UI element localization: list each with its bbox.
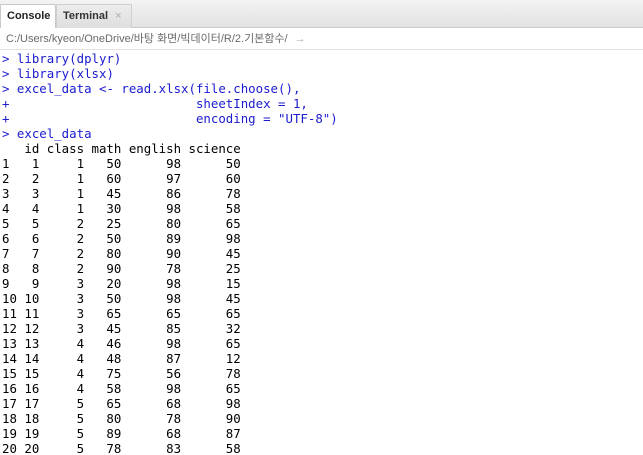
console-output-text: 18 18 5 80 78 90 (2, 411, 241, 426)
console-output-text: 12 12 3 45 85 32 (2, 321, 241, 336)
console-output-line: 11 11 3 65 65 65 (0, 306, 643, 321)
console-command-text: excel_data <- read.xlsx(file.choose(), (9, 81, 301, 96)
console-output-line: 14 14 4 48 87 12 (0, 351, 643, 366)
console-output-text: 13 13 4 46 98 65 (2, 336, 241, 351)
console-output-text: 2 2 1 60 97 60 (2, 171, 241, 186)
console-output-text: 17 17 5 65 68 98 (2, 396, 241, 411)
console-output-text: 19 19 5 89 68 87 (2, 426, 241, 441)
console-output-line: 5 5 2 25 80 65 (0, 216, 643, 231)
tab-terminal[interactable]: Terminal × (56, 4, 132, 28)
working-directory-path: C:/Users/kyeon/OneDrive/바탕 화면/빅데이터/R/2.기… (6, 33, 288, 45)
console-output-line: 18 18 5 80 78 90 (0, 411, 643, 426)
console-output-text: id class math english science (2, 141, 241, 156)
console-command-line: > excel_data (0, 126, 643, 141)
console-output-text: 10 10 3 50 98 45 (2, 291, 241, 306)
console-output-line: id class math english science (0, 141, 643, 156)
console-output-text: 8 8 2 90 78 25 (2, 261, 241, 276)
console-output-text: 11 11 3 65 65 65 (2, 306, 241, 321)
console-output-text: 14 14 4 48 87 12 (2, 351, 241, 366)
console-output-line: 8 8 2 90 78 25 (0, 261, 643, 276)
console-output-text: 5 5 2 25 80 65 (2, 216, 241, 231)
console-output-line: 16 16 4 58 98 65 (0, 381, 643, 396)
console-output-line: 3 3 1 45 86 78 (0, 186, 643, 201)
goto-directory-icon[interactable]: → (295, 33, 306, 45)
console-command-line: + sheetIndex = 1, (0, 96, 643, 111)
console-output-text: 7 7 2 80 90 45 (2, 246, 241, 261)
console-output-line: 17 17 5 65 68 98 (0, 396, 643, 411)
console-output-text: 4 4 1 30 98 58 (2, 201, 241, 216)
console-output-line: 9 9 3 20 98 15 (0, 276, 643, 291)
console-command-text: library(xlsx) (9, 66, 114, 81)
close-icon[interactable]: × (115, 10, 121, 22)
console-output-line: 13 13 4 46 98 65 (0, 336, 643, 351)
console-output-line: 6 6 2 50 89 98 (0, 231, 643, 246)
console-output-line: 20 20 5 78 83 58 (0, 441, 643, 455)
console-output-text: 9 9 3 20 98 15 (2, 276, 241, 291)
working-directory-bar: C:/Users/kyeon/OneDrive/바탕 화면/빅데이터/R/2.기… (0, 28, 643, 50)
console-output-text: 15 15 4 75 56 78 (2, 366, 241, 381)
pane-tab-bar: Console Terminal × (0, 0, 643, 28)
console-output-text: 3 3 1 45 86 78 (2, 186, 241, 201)
console-output[interactable]: > library(dplyr) > library(xlsx) > excel_d… (0, 51, 643, 455)
console-command-line: > excel_data <- read.xlsx(file.choose(), (0, 81, 643, 96)
console-output-line: 12 12 3 45 85 32 (0, 321, 643, 336)
console-output-line: 15 15 4 75 56 78 (0, 366, 643, 381)
console-command-text: sheetIndex = 1, (9, 96, 308, 111)
console-command-text: excel_data (9, 126, 92, 141)
console-command-text: library(dplyr) (9, 51, 122, 66)
rstudio-console-pane: Console Terminal × C:/Users/kyeon/OneDri… (0, 0, 643, 455)
tab-console-label: Console (7, 10, 51, 22)
console-output-text: 1 1 1 50 98 50 (2, 156, 241, 171)
console-output-text: 6 6 2 50 89 98 (2, 231, 241, 246)
console-command-line: > library(xlsx) (0, 66, 643, 81)
console-command-line: > library(dplyr) (0, 51, 643, 66)
console-output-line: 4 4 1 30 98 58 (0, 201, 643, 216)
console-command-text: encoding = "UTF-8") (9, 111, 338, 126)
tab-terminal-label: Terminal (63, 10, 109, 22)
console-output-line: 10 10 3 50 98 45 (0, 291, 643, 306)
console-output-line: 1 1 1 50 98 50 (0, 156, 643, 171)
console-command-line: + encoding = "UTF-8") (0, 111, 643, 126)
console-output-text: 20 20 5 78 83 58 (2, 441, 241, 455)
console-output-text: 16 16 4 58 98 65 (2, 381, 241, 396)
console-output-line: 19 19 5 89 68 87 (0, 426, 643, 441)
console-output-line: 7 7 2 80 90 45 (0, 246, 643, 261)
console-output-line: 2 2 1 60 97 60 (0, 171, 643, 186)
tab-console[interactable]: Console (0, 4, 56, 28)
